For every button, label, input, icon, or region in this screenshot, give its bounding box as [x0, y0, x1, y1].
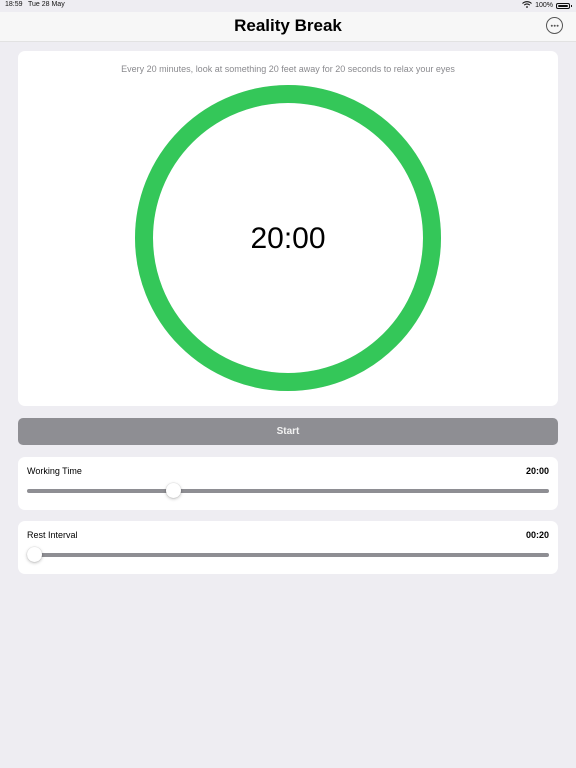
ellipsis-circle-icon	[550, 24, 559, 27]
navigation-bar: Reality Break	[0, 12, 576, 42]
working-time-label: Working Time	[27, 466, 82, 476]
wifi-icon	[522, 1, 532, 10]
status-bar: 18:59 Tue 28 May 100%	[0, 0, 576, 12]
working-time-slider-thumb[interactable]	[165, 483, 181, 498]
battery-icon	[556, 2, 572, 9]
rest-interval-slider[interactable]	[27, 547, 549, 562]
working-time-card: Working Time 20:00	[18, 457, 558, 510]
working-time-value: 20:00	[525, 466, 549, 476]
hint-text: Every 20 minutes, look at something 20 f…	[121, 64, 455, 74]
working-time-slider[interactable]	[27, 483, 549, 498]
status-time: 18:59	[5, 1, 23, 8]
rest-interval-label: Rest Interval	[27, 530, 78, 540]
timer-display: 20:00	[250, 222, 326, 255]
status-indicators: 100%	[522, 1, 572, 10]
rest-interval-value: 00:20	[525, 530, 549, 540]
start-button[interactable]: Start	[18, 418, 558, 445]
status-date: Tue 28 May	[28, 1, 65, 8]
battery-percent: 100%	[535, 2, 553, 9]
page-title: Reality Break	[234, 16, 342, 35]
rest-interval-card: Rest Interval 00:20	[18, 521, 558, 574]
more-options-button[interactable]	[546, 17, 563, 34]
rest-interval-slider-thumb[interactable]	[27, 547, 42, 562]
timer-card: Every 20 minutes, look at something 20 f…	[18, 51, 558, 406]
